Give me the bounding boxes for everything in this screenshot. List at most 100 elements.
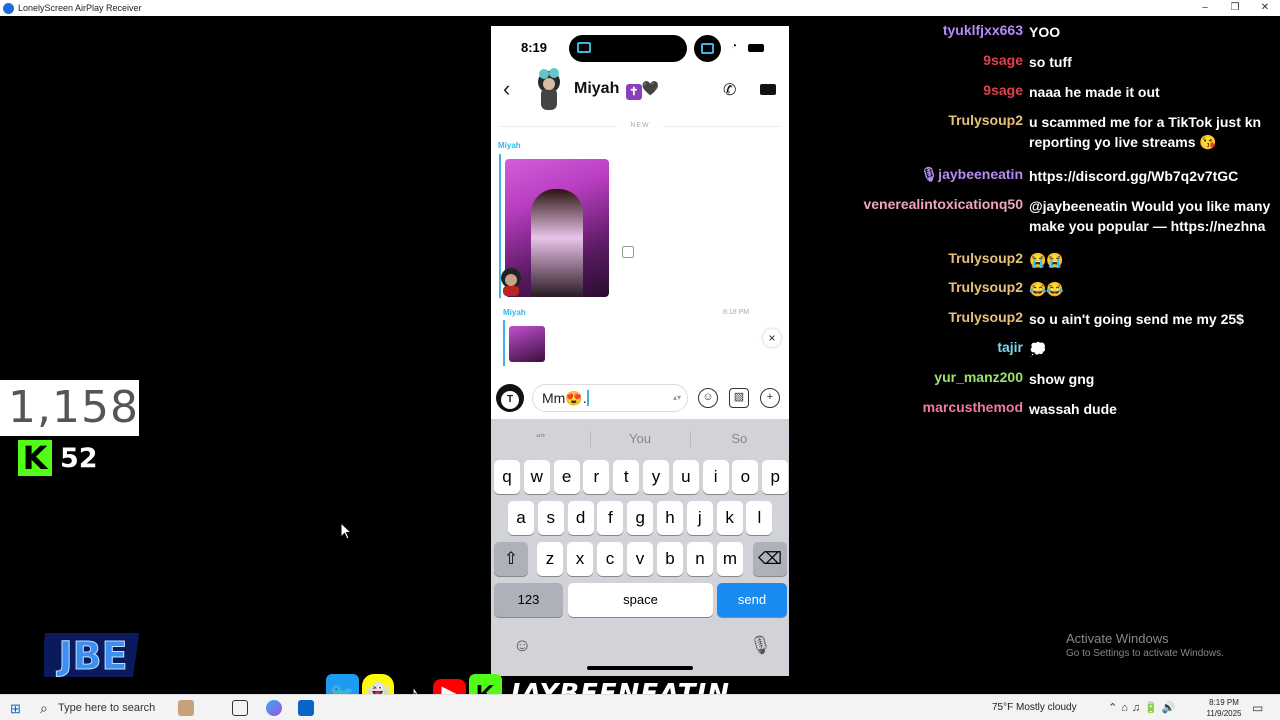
airplay-app-icon (3, 2, 14, 14)
viewer-count: 1,158 (0, 380, 139, 436)
chat-username[interactable]: 9sage (983, 82, 1023, 98)
chat-message-text: 😭😭 (1029, 252, 1064, 268)
chat-username[interactable]: 9sage (983, 52, 1023, 68)
chat-message-text: 💭 (1029, 341, 1047, 357)
key-l[interactable]: l (746, 501, 773, 535)
input-stepper-icon: ▴▾ (672, 393, 681, 402)
chat-username[interactable]: marcusthemod (923, 399, 1023, 415)
dynamic-island (569, 35, 687, 62)
chat-message-text: so tuff (1029, 54, 1072, 70)
reply-thumbnail[interactable] (509, 326, 545, 362)
copilot-icon[interactable] (266, 700, 282, 716)
key-c[interactable]: c (597, 542, 623, 576)
send-key[interactable]: send (717, 583, 787, 617)
sticker-icon[interactable]: ▧ (729, 388, 749, 408)
key-t[interactable]: t (613, 460, 640, 494)
activate-windows-title: Activate Windows (1066, 631, 1169, 646)
chat-message-text: @jaybeeneatin Would you like many make y… (1029, 198, 1271, 234)
conversation-header: ‹ Miyah ✝ 🖤 ✆ (491, 66, 789, 112)
key-x[interactable]: x (567, 542, 593, 576)
key-m[interactable]: m (717, 542, 743, 576)
jbe-logo: JBE (44, 633, 140, 679)
chat-username[interactable]: 🎙jaybeeneatin (920, 166, 1023, 183)
message-input[interactable]: Mm😍. ▴▾ (532, 384, 688, 412)
suggestion-2[interactable]: You (590, 419, 689, 459)
dictation-mic-icon[interactable]: 🎙 (749, 635, 772, 656)
save-snap-icon[interactable] (622, 246, 634, 258)
space-key[interactable]: space (568, 583, 713, 617)
taskbar-widget-icon[interactable] (178, 700, 194, 716)
shift-key[interactable]: ⇧ (494, 542, 528, 576)
key-w[interactable]: w (523, 460, 550, 494)
suggestion-3[interactable]: So (689, 419, 789, 459)
clock-date: 11/9/2025 (1206, 709, 1242, 718)
key-n[interactable]: n (687, 542, 713, 576)
screen-mirror-icon (701, 43, 714, 54)
key-u[interactable]: u (672, 460, 699, 494)
mail-icon[interactable] (298, 700, 314, 716)
delete-key[interactable]: ⌫ (753, 542, 787, 576)
video-call-icon[interactable] (760, 84, 776, 95)
suggestion-1[interactable]: “” (491, 419, 590, 459)
sender-label: Miyah (498, 141, 521, 150)
taskbar-clock[interactable]: 8:19 PM 11/9/2025 (1204, 697, 1244, 719)
key-y[interactable]: y (643, 460, 669, 494)
back-icon[interactable]: ‹ (503, 76, 510, 102)
key-o[interactable]: o (732, 460, 759, 494)
chat-username[interactable]: venerealintoxicationq50 (863, 196, 1023, 212)
key-q[interactable]: q (494, 460, 520, 494)
chat-username[interactable]: tajir (997, 339, 1023, 355)
reply-bar (503, 320, 505, 366)
keyboard-emoji-icon[interactable]: ☺ (513, 635, 531, 656)
close-reply-icon[interactable]: × (763, 329, 781, 347)
key-s[interactable]: s (537, 501, 564, 535)
contact-name[interactable]: Miyah ✝ 🖤 (574, 80, 659, 100)
chat-message-text: https://discord.gg/Wb7q2v7tGC (1029, 168, 1239, 184)
system-tray-icons[interactable]: ⌃⌂♫🔋🔊 (1108, 695, 1180, 720)
window-title: LonelyScreen AirPlay Receiver (18, 3, 142, 13)
mouse-cursor-icon (340, 522, 352, 540)
key-b[interactable]: b (657, 542, 683, 576)
numbers-key[interactable]: 123 (494, 583, 563, 617)
task-view-icon[interactable] (232, 700, 248, 716)
status-time: 8:19 (521, 40, 548, 55)
screen: LonelyScreen AirPlay Receiver – ❐ ✕ 1,15… (0, 0, 1280, 720)
key-a[interactable]: a (508, 501, 534, 535)
predictive-bar: “” You So (491, 419, 789, 459)
key-z[interactable]: z (537, 542, 563, 576)
chat-username[interactable]: tyuklfjxx663 (943, 22, 1023, 38)
windows-start-icon[interactable]: ⊞ (10, 701, 21, 717)
chat-message-text: so u ain't going send me my 25$ (1029, 311, 1244, 327)
chat-message-text: wassah dude (1029, 401, 1117, 417)
key-p[interactable]: p (762, 460, 789, 494)
chat-username[interactable]: Trulysoup2 (948, 250, 1023, 266)
chat-username[interactable]: Trulysoup2 (948, 279, 1023, 295)
chat-username[interactable]: Trulysoup2 (948, 112, 1023, 128)
key-k[interactable]: k (716, 501, 743, 535)
windows-taskbar: ⊞ Type here to search 75°F Mostly cloudy… (0, 694, 1280, 720)
key-d[interactable]: d (567, 501, 594, 535)
kick-count: 52 (60, 442, 98, 474)
chat-username[interactable]: yur_manz200 (934, 369, 1023, 385)
photo-subject (531, 189, 583, 297)
chat-message-text: 😂😂 (1029, 281, 1064, 297)
text-mode-button[interactable]: T (496, 384, 524, 412)
emoji-icon[interactable]: ☺ (698, 388, 718, 408)
activate-windows-subtitle: Go to Settings to activate Windows. (1066, 648, 1224, 659)
notification-icon[interactable]: ▭ (1252, 701, 1263, 715)
key-f[interactable]: f (597, 501, 624, 535)
key-h[interactable]: h (657, 501, 683, 535)
key-i[interactable]: i (702, 460, 729, 494)
contact-avatar[interactable] (532, 68, 566, 110)
clock-time: 8:19 PM (1209, 698, 1239, 707)
key-v[interactable]: v (627, 542, 653, 576)
key-e[interactable]: e (553, 460, 580, 494)
add-icon[interactable]: + (760, 388, 780, 408)
phone-call-icon[interactable]: ✆ (723, 80, 736, 100)
taskbar-search[interactable]: Type here to search (32, 695, 168, 720)
key-g[interactable]: g (627, 501, 654, 535)
chat-username[interactable]: Trulysoup2 (948, 309, 1023, 325)
weather-widget[interactable]: 75°F Mostly cloudy (992, 695, 1077, 720)
key-j[interactable]: j (686, 501, 713, 535)
key-r[interactable]: r (583, 460, 610, 494)
